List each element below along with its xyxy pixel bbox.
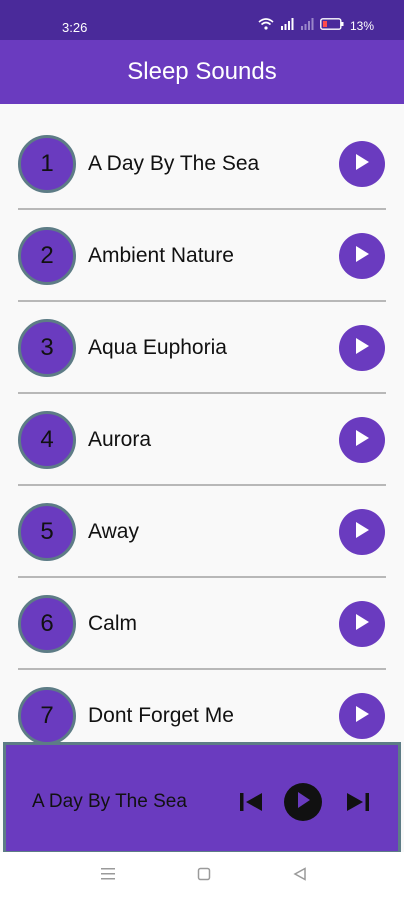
play-icon — [353, 704, 371, 729]
track-number-badge: 4 — [18, 411, 76, 469]
skip-previous-icon — [238, 791, 264, 818]
track-name: Calm — [88, 612, 138, 635]
recent-apps-button[interactable] — [98, 866, 118, 886]
play-button[interactable] — [339, 509, 385, 555]
next-button[interactable] — [343, 789, 373, 819]
play-button[interactable] — [339, 417, 385, 463]
list-item[interactable]: 2 Ambient Nature — [0, 210, 404, 302]
play-icon — [353, 244, 371, 269]
sound-list: 1 A Day By The Sea 2 Ambient Nature 3 Aq… — [0, 118, 404, 762]
play-icon — [353, 152, 371, 177]
track-number-badge: 6 — [18, 595, 76, 653]
track-number-badge: 2 — [18, 227, 76, 285]
system-nav-bar — [0, 852, 404, 900]
track-name: Dont Forget Me — [88, 704, 234, 727]
back-button[interactable] — [290, 866, 310, 886]
mini-player: A Day By The Sea — [3, 742, 401, 854]
skip-next-icon — [345, 791, 371, 818]
status-icons: 13% — [258, 18, 374, 33]
home-button[interactable] — [194, 866, 214, 886]
track-name: A Day By The Sea — [88, 152, 260, 175]
back-icon — [293, 866, 307, 886]
track-number-badge: 5 — [18, 503, 76, 561]
signal-icon — [280, 18, 294, 33]
play-button[interactable] — [339, 325, 385, 371]
play-icon — [353, 336, 371, 361]
list-item[interactable]: 4 Aurora — [0, 394, 404, 486]
play-button[interactable] — [339, 601, 385, 647]
list-item[interactable]: 3 Aqua Euphoria — [0, 302, 404, 394]
list-item[interactable]: 1 A Day By The Sea — [0, 118, 404, 210]
play-button[interactable] — [339, 233, 385, 279]
app-bar: Sleep Sounds — [0, 40, 404, 104]
track-name: Ambient Nature — [88, 244, 234, 267]
list-item[interactable]: 5 Away — [0, 486, 404, 578]
track-number-badge: 1 — [18, 135, 76, 193]
track-name: Aurora — [88, 428, 152, 451]
play-icon — [353, 612, 371, 637]
status-time: 3:26 — [62, 20, 88, 35]
play-icon — [353, 428, 371, 453]
track-number-badge: 7 — [18, 687, 76, 745]
home-icon — [197, 867, 211, 886]
wifi-icon — [258, 18, 274, 33]
signal-icon — [300, 18, 314, 33]
track-name: Aqua Euphoria — [88, 336, 227, 359]
now-playing-title: A Day By The Sea — [32, 791, 187, 812]
previous-button[interactable] — [236, 789, 266, 819]
play-icon — [353, 520, 371, 545]
battery-icon — [320, 18, 344, 33]
track-name: Away — [88, 520, 139, 543]
status-bar: 3:26 13% — [0, 0, 404, 40]
play-icon — [295, 791, 311, 814]
play-button[interactable] — [339, 693, 385, 739]
play-button[interactable] — [339, 141, 385, 187]
track-number-badge: 3 — [18, 319, 76, 377]
page-title: Sleep Sounds — [127, 58, 277, 85]
play-pause-button[interactable] — [284, 783, 322, 821]
list-item[interactable]: 6 Calm — [0, 578, 404, 670]
battery-percent: 13% — [349, 18, 374, 33]
menu-icon — [100, 867, 116, 886]
